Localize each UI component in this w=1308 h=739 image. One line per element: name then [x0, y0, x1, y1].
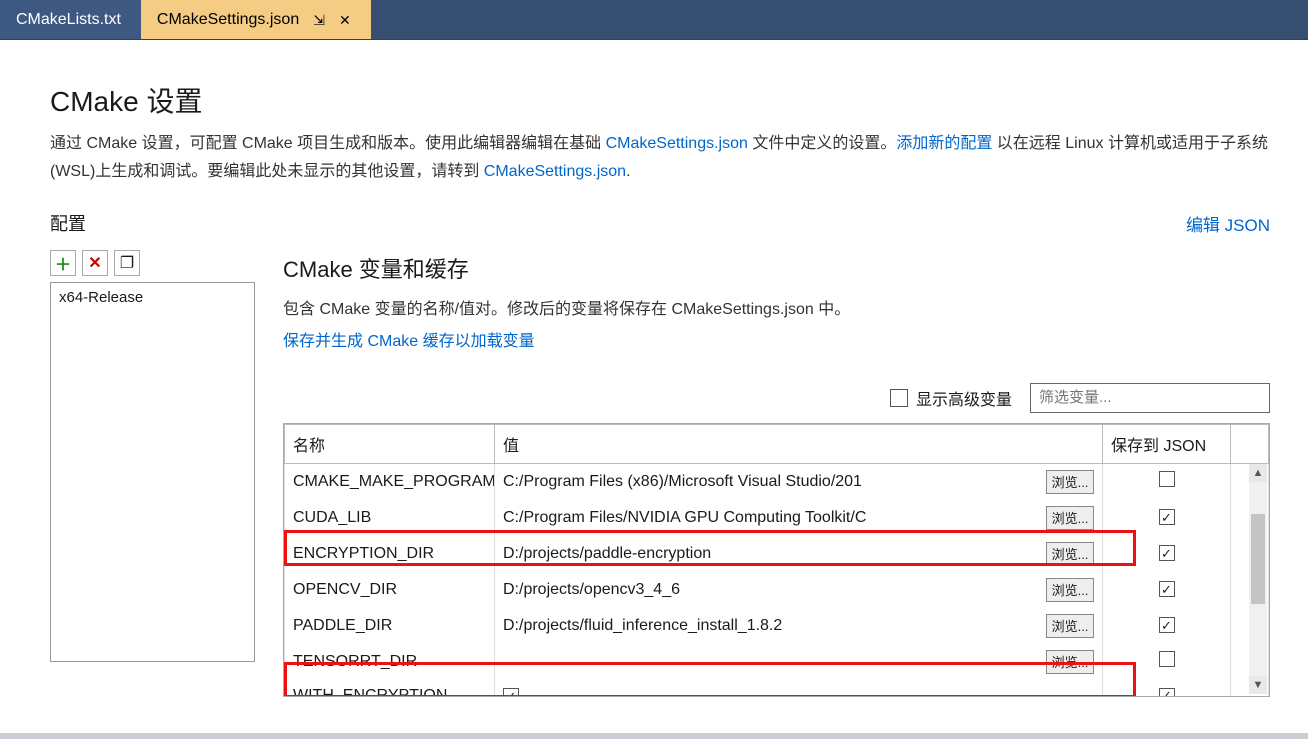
- save-checkbox[interactable]: [1159, 688, 1175, 697]
- save-generate-link[interactable]: 保存并生成 CMake 缓存以加载变量: [283, 327, 535, 351]
- close-icon[interactable]: ✕: [339, 13, 351, 27]
- save-checkbox[interactable]: [1159, 509, 1175, 525]
- grid-header: 名称 值 保存到 JSON: [285, 424, 1269, 463]
- save-cell[interactable]: [1103, 500, 1231, 536]
- save-checkbox[interactable]: [1159, 581, 1175, 597]
- tab-cmakesettings[interactable]: CMakeSettings.json ⇲ ✕: [141, 0, 371, 39]
- var-name: ENCRYPTION_DIR: [285, 536, 495, 572]
- save-cell[interactable]: [1103, 644, 1231, 680]
- link-cmakesettings-json[interactable]: CMakeSettings.json: [606, 135, 748, 152]
- save-cell[interactable]: [1103, 680, 1231, 697]
- filter-input[interactable]: [1030, 383, 1270, 413]
- table-row[interactable]: OPENCV_DIRD:/projects/opencv3_4_6浏览...: [285, 572, 1269, 608]
- var-value-cell[interactable]: D:/projects/fluid_inference_install_1.8.…: [495, 608, 1103, 644]
- page-description: 通过 CMake 设置，可配置 CMake 项目生成和版本。使用此编辑器编辑在基…: [50, 130, 1270, 186]
- var-value-cell[interactable]: C:/Program Files/NVIDIA GPU Computing To…: [495, 500, 1103, 536]
- tab-cmakelists[interactable]: CMakeLists.txt: [0, 0, 141, 39]
- table-row[interactable]: ENCRYPTION_DIRD:/projects/paddle-encrypt…: [285, 536, 1269, 572]
- show-advanced-checkbox[interactable]: 显示高级变量: [890, 386, 1012, 410]
- save-cell[interactable]: [1103, 608, 1231, 644]
- config-item-x64-release[interactable]: x64-Release: [51, 283, 254, 312]
- table-row[interactable]: TENSORRT_DIR 浏览...: [285, 644, 1269, 680]
- value-checkbox[interactable]: [503, 688, 519, 697]
- edit-json-link[interactable]: 编辑 JSON: [1186, 211, 1270, 236]
- link-add-config[interactable]: 添加新的配置: [896, 135, 992, 152]
- config-sidebar: ＋ ✕ ❐ x64-Release: [50, 250, 255, 697]
- save-cell[interactable]: [1103, 536, 1231, 572]
- table-row[interactable]: CUDA_LIB C:/Program Files/NVIDIA GPU Comp…: [285, 500, 1269, 536]
- filter-row: 显示高级变量: [283, 383, 1270, 413]
- scroll-up-icon[interactable]: ▲: [1249, 464, 1267, 482]
- table-row[interactable]: CMAKE_MAKE_PROGRAM C:/Program Files (x86)…: [285, 463, 1269, 500]
- browse-button[interactable]: 浏览...: [1046, 470, 1094, 494]
- browse-button[interactable]: 浏览...: [1046, 650, 1094, 674]
- section-title: CMake 变量和缓存: [283, 252, 1270, 284]
- scroll-down-icon[interactable]: ▼: [1249, 676, 1267, 694]
- duplicate-icon: ❐: [120, 253, 134, 273]
- config-list[interactable]: x64-Release: [50, 282, 255, 662]
- var-value-cell[interactable]: D:/projects/opencv3_4_6浏览...: [495, 572, 1103, 608]
- var-value-cell[interactable]: C:/Program Files (x86)/Microsoft Visual …: [495, 463, 1103, 500]
- var-name: CUDA_LIB: [285, 500, 495, 536]
- browse-button[interactable]: 浏览...: [1046, 614, 1094, 638]
- var-value: C:/Program Files (x86)/Microsoft Visual …: [503, 473, 1042, 491]
- save-checkbox[interactable]: [1159, 545, 1175, 561]
- checkbox-icon: [890, 389, 908, 407]
- var-value: D:/projects/fluid_inference_install_1.8.…: [503, 617, 1042, 635]
- col-scroll: [1231, 424, 1269, 463]
- col-name[interactable]: 名称: [285, 424, 495, 463]
- save-checkbox[interactable]: [1159, 651, 1175, 667]
- add-config-button[interactable]: ＋: [50, 250, 76, 276]
- var-value: D:/projects/paddle-encryption: [503, 545, 1042, 563]
- tab-label: CMakeLists.txt: [16, 11, 121, 29]
- var-value: C:/Program Files/NVIDIA GPU Computing To…: [503, 509, 1042, 527]
- variables-grid: 名称 值 保存到 JSON CMAKE_MAKE_PROGRAM C:/Progr…: [283, 423, 1270, 697]
- duplicate-config-button[interactable]: ❐: [114, 250, 140, 276]
- var-value: D:/projects/opencv3_4_6: [503, 581, 1042, 599]
- config-label: 配置: [50, 210, 86, 236]
- col-save[interactable]: 保存到 JSON: [1103, 424, 1231, 463]
- var-value-cell[interactable]: D:/projects/paddle-encryption浏览...: [495, 536, 1103, 572]
- var-name: CMAKE_MAKE_PROGRAM: [285, 463, 495, 500]
- settings-page: CMake 设置 通过 CMake 设置，可配置 CMake 项目生成和版本。使…: [0, 40, 1308, 739]
- save-checkbox[interactable]: [1159, 471, 1175, 487]
- table-row[interactable]: PADDLE_DIR D:/projects/fluid_inference_in…: [285, 608, 1269, 644]
- tab-bar: CMakeLists.txt CMakeSettings.json ⇲ ✕: [0, 0, 1308, 40]
- plus-icon: ＋: [55, 251, 71, 275]
- remove-config-button[interactable]: ✕: [82, 250, 108, 276]
- var-value-cell[interactable]: 浏览...: [495, 644, 1103, 680]
- save-cell[interactable]: [1103, 572, 1231, 608]
- var-name: OPENCV_DIR: [285, 572, 495, 608]
- save-cell[interactable]: [1103, 463, 1231, 500]
- var-value-cell[interactable]: [495, 680, 1103, 697]
- page-title: CMake 设置: [50, 80, 1270, 120]
- save-checkbox[interactable]: [1159, 617, 1175, 633]
- window-border: [0, 733, 1308, 739]
- config-toolbar: ＋ ✕ ❐: [50, 250, 255, 276]
- var-name: PADDLE_DIR: [285, 608, 495, 644]
- browse-button[interactable]: 浏览...: [1046, 578, 1094, 602]
- x-icon: ✕: [88, 253, 101, 273]
- var-name: WITH_ENCRYPTION: [285, 680, 495, 697]
- variables-panel: CMake 变量和缓存 包含 CMake 变量的名称/值对。修改后的变量将保存在…: [283, 250, 1270, 697]
- browse-button[interactable]: 浏览...: [1046, 542, 1094, 566]
- var-name: TENSORRT_DIR: [285, 644, 495, 680]
- col-value[interactable]: 值: [495, 424, 1103, 463]
- section-description: 包含 CMake 变量的名称/值对。修改后的变量将保存在 CMakeSettin…: [283, 296, 1270, 325]
- table-row[interactable]: WITH_ENCRYPTION: [285, 680, 1269, 697]
- link-cmakesettings-json-2[interactable]: CMakeSettings.json: [484, 163, 626, 180]
- pin-icon[interactable]: ⇲: [313, 13, 325, 27]
- scrollbar[interactable]: ▲ ▼: [1249, 464, 1267, 694]
- tab-label: CMakeSettings.json: [157, 11, 299, 29]
- scroll-thumb[interactable]: [1251, 514, 1265, 604]
- browse-button[interactable]: 浏览...: [1046, 506, 1094, 530]
